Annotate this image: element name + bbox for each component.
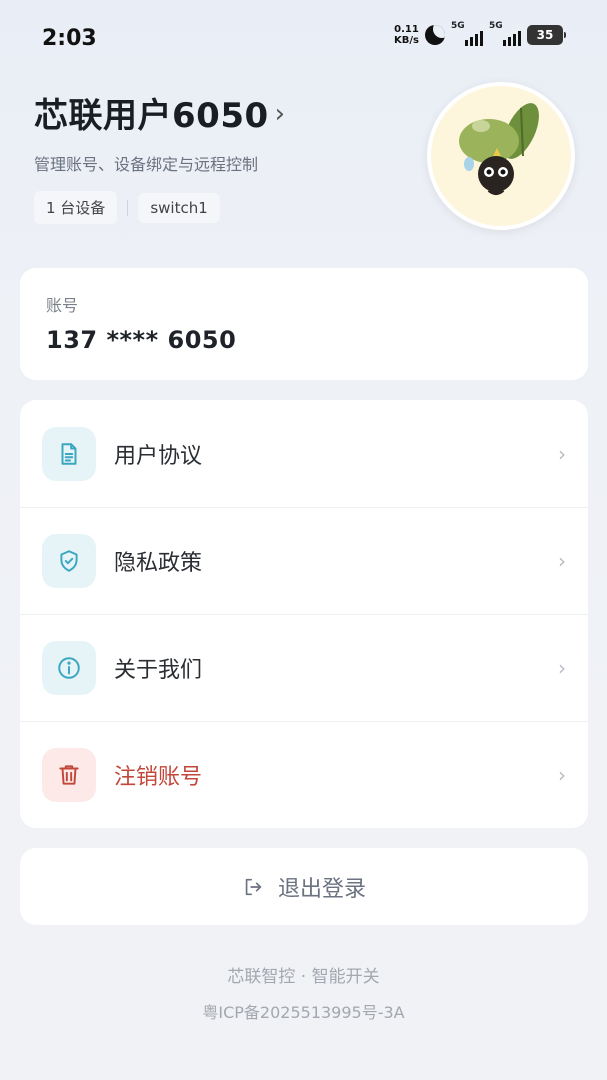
footer-icp[interactable]: 粤ICP备2025513995号-3A	[0, 999, 607, 1023]
tag-divider	[127, 199, 129, 216]
profile-subtitle: 管理账号、设备绑定与远程控制	[34, 155, 259, 174]
account-label: 账号	[46, 296, 79, 315]
logout-label: 退出登录	[277, 876, 366, 902]
chevron-right-icon[interactable]: ›	[275, 99, 285, 129]
menu-item-privacy-policy[interactable]: 隐私政策 ›	[20, 507, 588, 614]
trash-icon	[42, 748, 96, 802]
status-icons: 0.11 KB/s 5G 5G 35	[394, 21, 566, 46]
document-icon	[42, 426, 96, 481]
footer: 芯联智控 · 智能开关 粤ICP备2025513995号-3A	[0, 962, 607, 1023]
info-icon	[42, 641, 96, 695]
chevron-right-icon: ›	[558, 549, 566, 573]
menu-item-label: 注销账号	[114, 765, 203, 790]
signal-icon: 5G	[489, 21, 521, 46]
chevron-right-icon: ›	[558, 656, 566, 680]
chevron-right-icon: ›	[558, 441, 566, 466]
menu-item-label: 隐私政策	[114, 551, 203, 576]
status-bar: 2:03 0.11 KB/s 5G 5G 35	[0, 0, 607, 78]
network-speed: 0.11 KB/s	[394, 24, 419, 46]
device-count-tag: 1 台设备	[34, 191, 118, 224]
chevron-right-icon: ›	[558, 763, 566, 787]
username[interactable]: 芯联用户6050	[34, 88, 269, 137]
account-value: 137 **** 6050	[46, 326, 237, 354]
username-row[interactable]: 芯联用户6050 ›	[34, 88, 434, 137]
device-name-tag: switch1	[138, 192, 220, 223]
menu-item-user-agreement[interactable]: 用户协议 ›	[20, 400, 588, 507]
logout-button[interactable]: 退出登录	[20, 848, 588, 925]
menu-item-about-us[interactable]: 关于我们 ›	[20, 614, 588, 721]
signal-icon: 5G	[451, 21, 483, 46]
menu-item-label: 关于我们	[114, 658, 203, 683]
menu-item-delete-account[interactable]: 注销账号 ›	[20, 721, 588, 828]
shield-check-icon	[42, 534, 96, 588]
footer-brand: 芯联智控 · 智能开关	[227, 967, 380, 987]
status-time: 2:03	[42, 26, 97, 51]
account-card: 账号 137 **** 6050	[20, 268, 588, 380]
logout-icon	[245, 878, 262, 895]
avatar[interactable]	[427, 82, 575, 230]
settings-menu: 用户协议 › 隐私政策 › 关于我们 › 注销账号 ›	[20, 400, 588, 828]
avatar-illustration	[459, 103, 539, 195]
do-not-disturb-icon	[425, 25, 445, 45]
menu-item-label: 用户协议	[114, 443, 203, 469]
battery-icon: 35	[527, 25, 566, 45]
profile-tags: 1 台设备 switch1	[34, 191, 434, 224]
profile-header[interactable]: 芯联用户6050 › 管理账号、设备绑定与远程控制 1 台设备 switch1	[34, 88, 434, 224]
